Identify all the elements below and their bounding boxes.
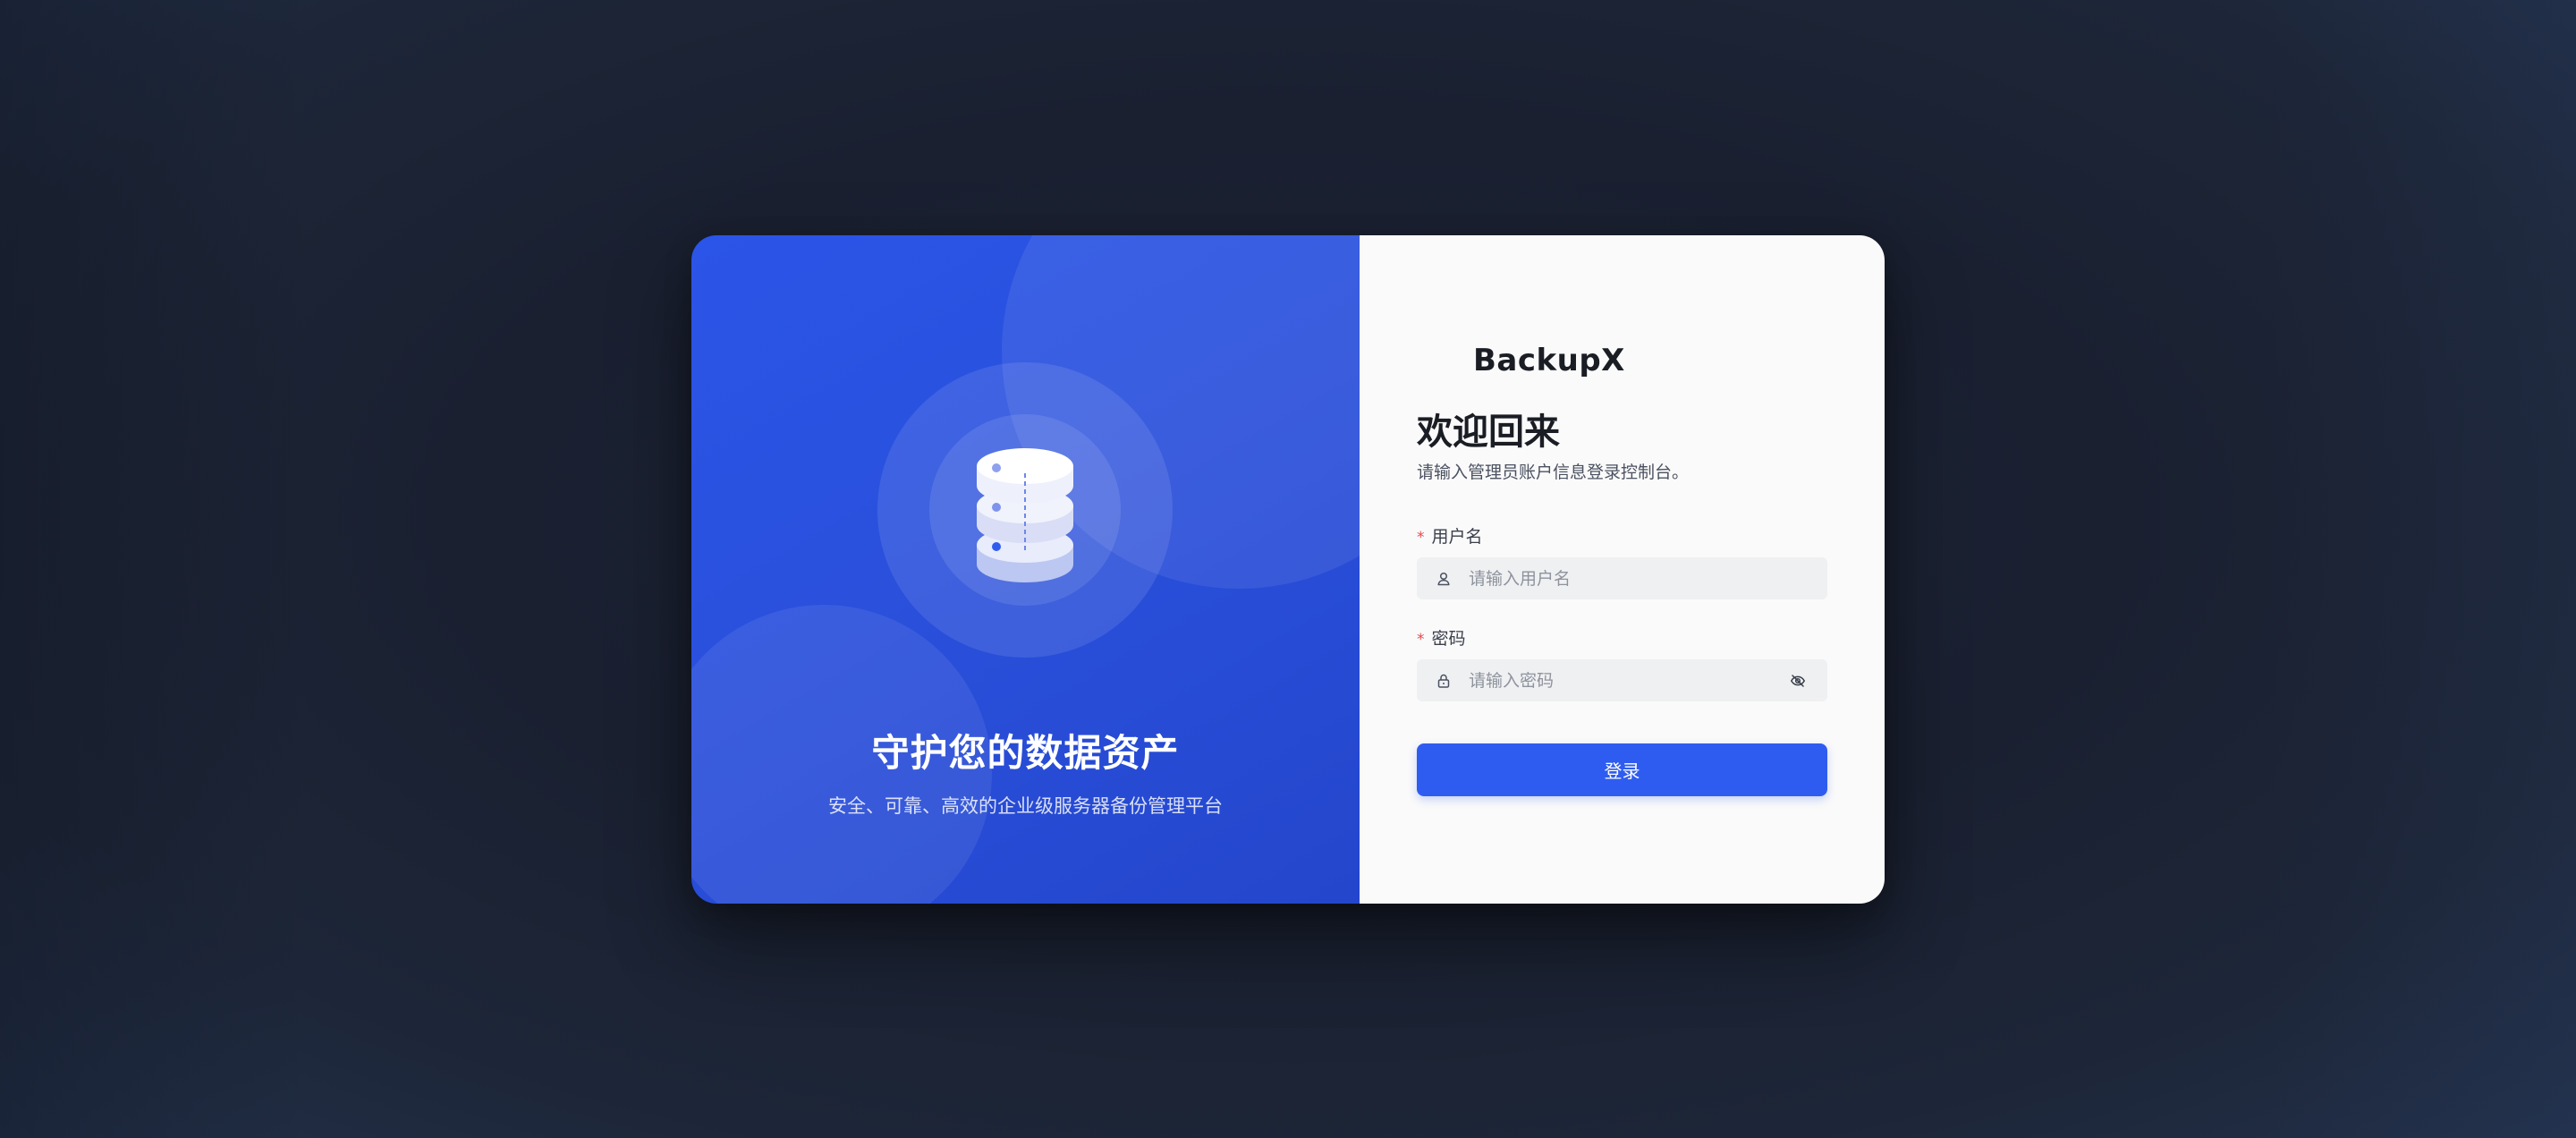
- username-field[interactable]: [1417, 556, 1827, 600]
- database-icon: [977, 448, 1073, 582]
- welcome-heading: 欢迎回来: [1417, 412, 1560, 453]
- hero-title: 守护您的数据资产: [871, 731, 1180, 775]
- logo-icon: [1420, 348, 1445, 373]
- login-card: 守护您的数据资产 安全、可靠、高效的企业级服务器备份管理平台 BackupX 欢…: [691, 235, 1885, 904]
- brand-name: BackupX: [1473, 343, 1625, 378]
- eye-off-icon[interactable]: [1788, 671, 1808, 691]
- welcome-subtitle: 请输入管理员账户信息登录控制台。: [1417, 463, 1690, 482]
- username-label-text: 用户名: [1431, 527, 1483, 547]
- password-field[interactable]: [1417, 658, 1827, 702]
- user-icon: [1435, 570, 1453, 588]
- username-label: * 用户名: [1417, 523, 1483, 548]
- password-label: * 密码: [1417, 625, 1466, 650]
- hero-subtitle: 安全、可靠、高效的企业级服务器备份管理平台: [828, 795, 1223, 817]
- lock-icon: [1435, 672, 1453, 690]
- required-mark: *: [1417, 529, 1425, 547]
- login-button[interactable]: 登录: [1417, 743, 1827, 796]
- password-input[interactable]: [1467, 658, 1788, 702]
- username-input[interactable]: [1467, 556, 1827, 600]
- hero-panel: 守护您的数据资产 安全、可靠、高效的企业级服务器备份管理平台: [691, 235, 1360, 904]
- brand: BackupX: [1417, 343, 1624, 378]
- login-form-panel: BackupX 欢迎回来 请输入管理员账户信息登录控制台。 * 用户名 * 密码: [1360, 235, 1885, 904]
- password-label-text: 密码: [1431, 629, 1466, 649]
- required-mark: *: [1417, 631, 1425, 649]
